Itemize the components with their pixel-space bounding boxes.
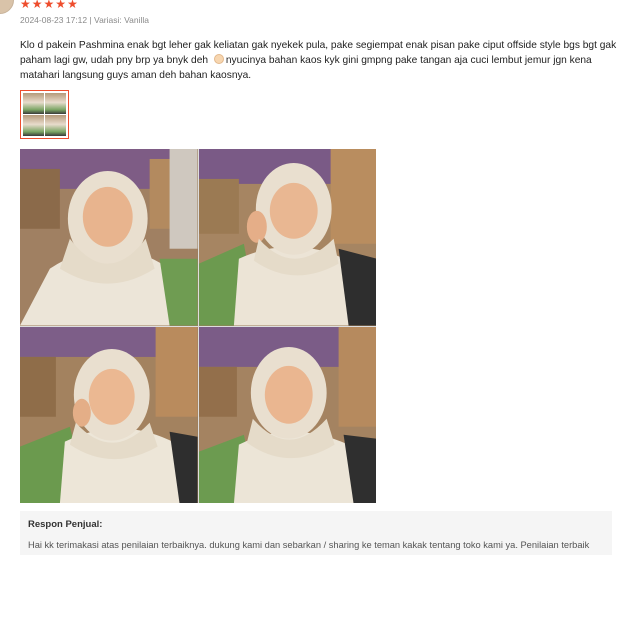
star-icon: ★ bbox=[67, 0, 78, 11]
star-icon: ★ bbox=[55, 0, 67, 11]
star-icon: ★ bbox=[20, 0, 31, 11]
review-date-variant: 2024-08-23 17:12 | Variasi: Vanilla bbox=[20, 15, 150, 25]
reviewer-avatar[interactable] bbox=[0, 0, 14, 14]
star-icon: ★ bbox=[43, 0, 55, 11]
review-text: Klo d pakein Pashmina enak bgt leher gak… bbox=[20, 38, 620, 83]
photo-cell bbox=[20, 149, 198, 326]
photo-cell bbox=[198, 149, 376, 326]
photo-cell bbox=[20, 326, 198, 503]
smiling-face-emoji-icon bbox=[213, 54, 224, 64]
photo-cell bbox=[198, 326, 376, 503]
review-media-thumbnail[interactable] bbox=[20, 90, 69, 139]
review-photo-preview[interactable] bbox=[20, 149, 376, 503]
seller-response: Respon Penjual: Hai kk terimakasi atas p… bbox=[20, 511, 612, 555]
seller-response-text: Hai kk terimakasi atas penilaian terbaik… bbox=[28, 540, 590, 555]
star-icon: ★ bbox=[31, 0, 43, 11]
rating-stars: ★ ★ ★ ★ ★ bbox=[20, 0, 78, 10]
seller-response-title: Respon Penjual: bbox=[28, 519, 103, 530]
